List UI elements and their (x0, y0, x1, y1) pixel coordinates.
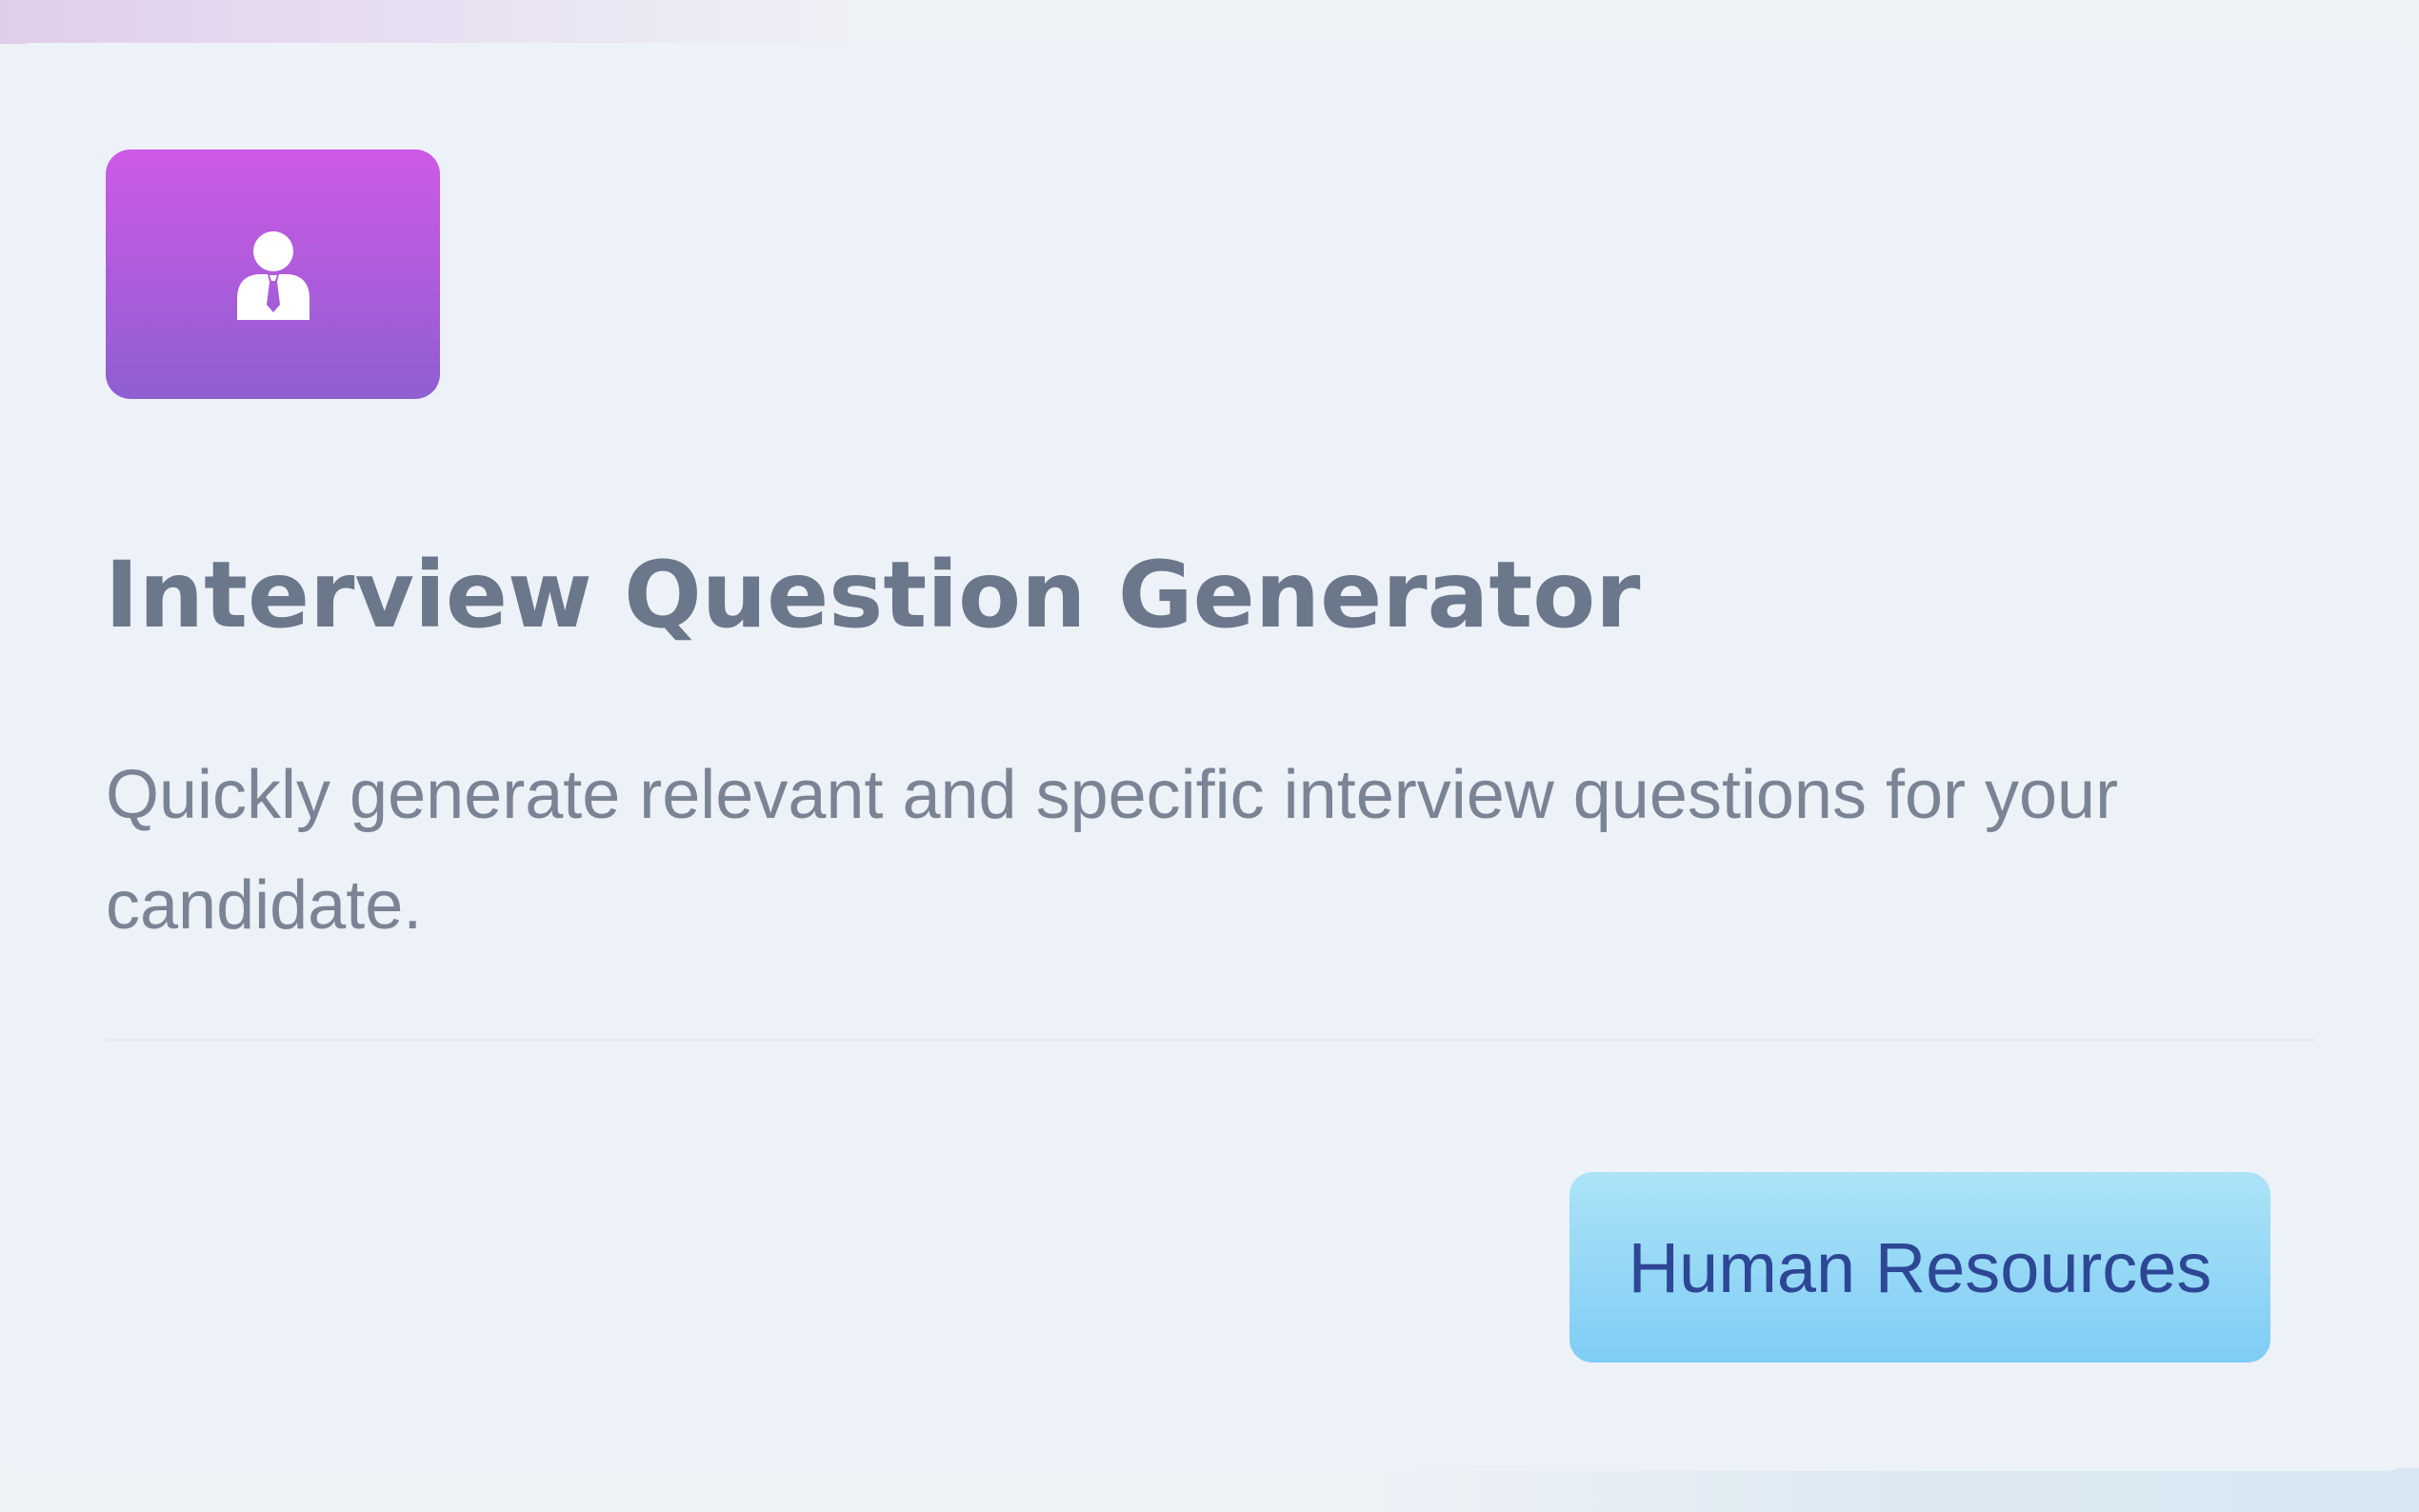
category-tag[interactable]: Human Resources (1569, 1172, 2270, 1363)
bottom-decorative-gradient (1371, 1468, 2419, 1512)
card-divider (106, 1039, 2315, 1042)
tool-title: Interview Question Generator (105, 542, 1641, 648)
page: Interview Question Generator Quickly gen… (0, 0, 2419, 1512)
user-tie-icon (236, 231, 310, 320)
tool-card[interactable]: Interview Question Generator Quickly gen… (0, 43, 2417, 1471)
tool-icon-tile (106, 149, 440, 399)
tool-description: Quickly generate relevant and specific i… (106, 757, 2119, 944)
top-decorative-gradient (0, 0, 857, 44)
